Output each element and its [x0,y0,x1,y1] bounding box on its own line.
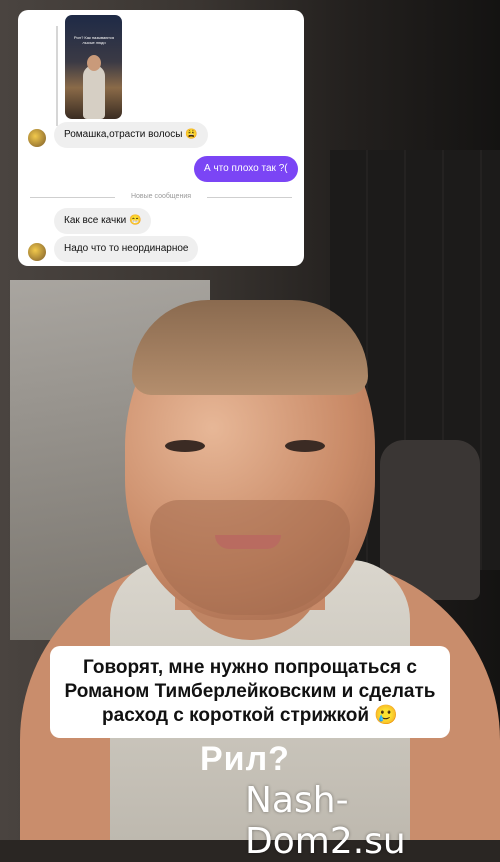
thumbnail-face [87,55,101,71]
story-preview-thumbnail[interactable]: Рил? Как называются лысые люди [65,15,122,119]
left-eye [165,440,205,452]
site-watermark: Nash-Dom2.su [245,780,406,862]
message-incoming: Как все качки 😁 [54,208,152,234]
message-outgoing: А что плохо так ?( [194,156,298,182]
person-hair [132,300,368,395]
caption-sticker: Говорят, мне нужно попрощаться с Романом… [50,646,450,738]
message-incoming: Ромашка,отрасти волосы 😩 [54,122,208,148]
overlay-text: Рил? [200,740,290,778]
caption-text: Говорят, мне нужно попрощаться с Романом… [64,657,436,726]
right-eye [285,440,325,452]
story-preview-text: Рил? Как называются лысые люди [73,35,115,45]
new-messages-divider: Новые сообщения [30,191,292,203]
divider-line-right [207,197,292,198]
sender-avatar[interactable] [28,243,46,261]
sender-avatar[interactable] [28,129,46,147]
chat-screenshot: Рил? Как называются лысые люди Ромашка,о… [18,10,304,266]
reply-line [56,26,58,126]
thumbnail-person [83,65,105,119]
mouth [215,535,281,549]
message-incoming: Надо что то неординарное [54,236,199,262]
